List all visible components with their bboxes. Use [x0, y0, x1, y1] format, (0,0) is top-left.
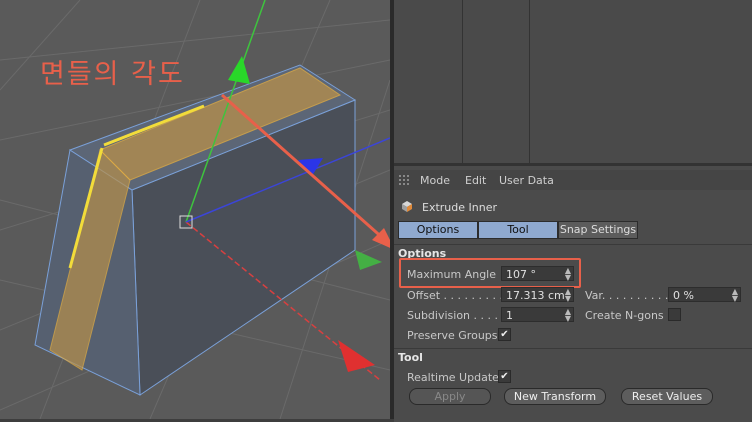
- spinner-icon[interactable]: ▲ ▼: [732, 288, 738, 303]
- apply-button[interactable]: Apply: [409, 388, 491, 405]
- subdivision-label: Subdivision . . . .: [407, 309, 499, 322]
- attribute-manager: Mode Edit User Data Extrude Inner Option…: [394, 163, 752, 422]
- tab-options[interactable]: Options: [398, 221, 478, 239]
- object-title: Extrude Inner: [422, 201, 497, 214]
- var-field[interactable]: 0 % ▲ ▼: [668, 287, 741, 303]
- menu-edit[interactable]: Edit: [465, 174, 486, 187]
- separator: [394, 348, 752, 349]
- object-column-divider: [462, 0, 463, 163]
- new-transform-button[interactable]: New Transform: [504, 388, 606, 405]
- reset-values-button[interactable]: Reset Values: [621, 388, 713, 405]
- menu-mode[interactable]: Mode: [420, 174, 450, 187]
- var-label: Var. . . . . . . . . . .: [585, 289, 676, 302]
- spinner-icon[interactable]: ▲ ▼: [565, 288, 571, 303]
- tag-column-divider: [529, 0, 530, 163]
- menu-user-data[interactable]: User Data: [499, 174, 554, 187]
- realtime-update-label: Realtime Update: [407, 371, 499, 384]
- extrude-inner-icon: [402, 201, 412, 212]
- 3d-viewport[interactable]: 면들의 각도: [0, 0, 390, 419]
- x-axis-handle: [338, 340, 375, 372]
- grip-icon[interactable]: [399, 175, 411, 187]
- spinner-icon[interactable]: ▲ ▼: [565, 308, 571, 323]
- offset-label: Offset . . . . . . . . .: [407, 289, 503, 302]
- attribute-menubar: Mode Edit User Data: [394, 170, 752, 190]
- var-value: 0 %: [673, 289, 694, 302]
- annotation-label: 면들의 각도: [40, 59, 185, 90]
- create-ngons-label: Create N-gons: [585, 309, 664, 322]
- preserve-groups-label: Preserve Groups: [407, 329, 498, 342]
- object-manager[interactable]: [394, 0, 752, 163]
- subdivision-value: 1: [506, 309, 513, 322]
- tab-tool[interactable]: Tool: [478, 221, 558, 239]
- offset-field[interactable]: 17.313 cm ▲ ▼: [501, 287, 574, 303]
- subdivision-field[interactable]: 1 ▲ ▼: [501, 307, 574, 323]
- preserve-groups-checkbox[interactable]: ✔: [498, 328, 511, 341]
- separator: [394, 244, 752, 245]
- tab-snap-settings[interactable]: Snap Settings: [558, 221, 638, 239]
- create-ngons-checkbox[interactable]: [668, 308, 681, 321]
- realtime-update-checkbox[interactable]: ✔: [498, 370, 511, 383]
- green-arc-handle: [355, 250, 382, 270]
- tool-heading: Tool: [398, 351, 423, 364]
- y-axis-handle: [228, 56, 250, 84]
- offset-value: 17.313 cm: [506, 289, 565, 302]
- highlight-box: [399, 258, 581, 288]
